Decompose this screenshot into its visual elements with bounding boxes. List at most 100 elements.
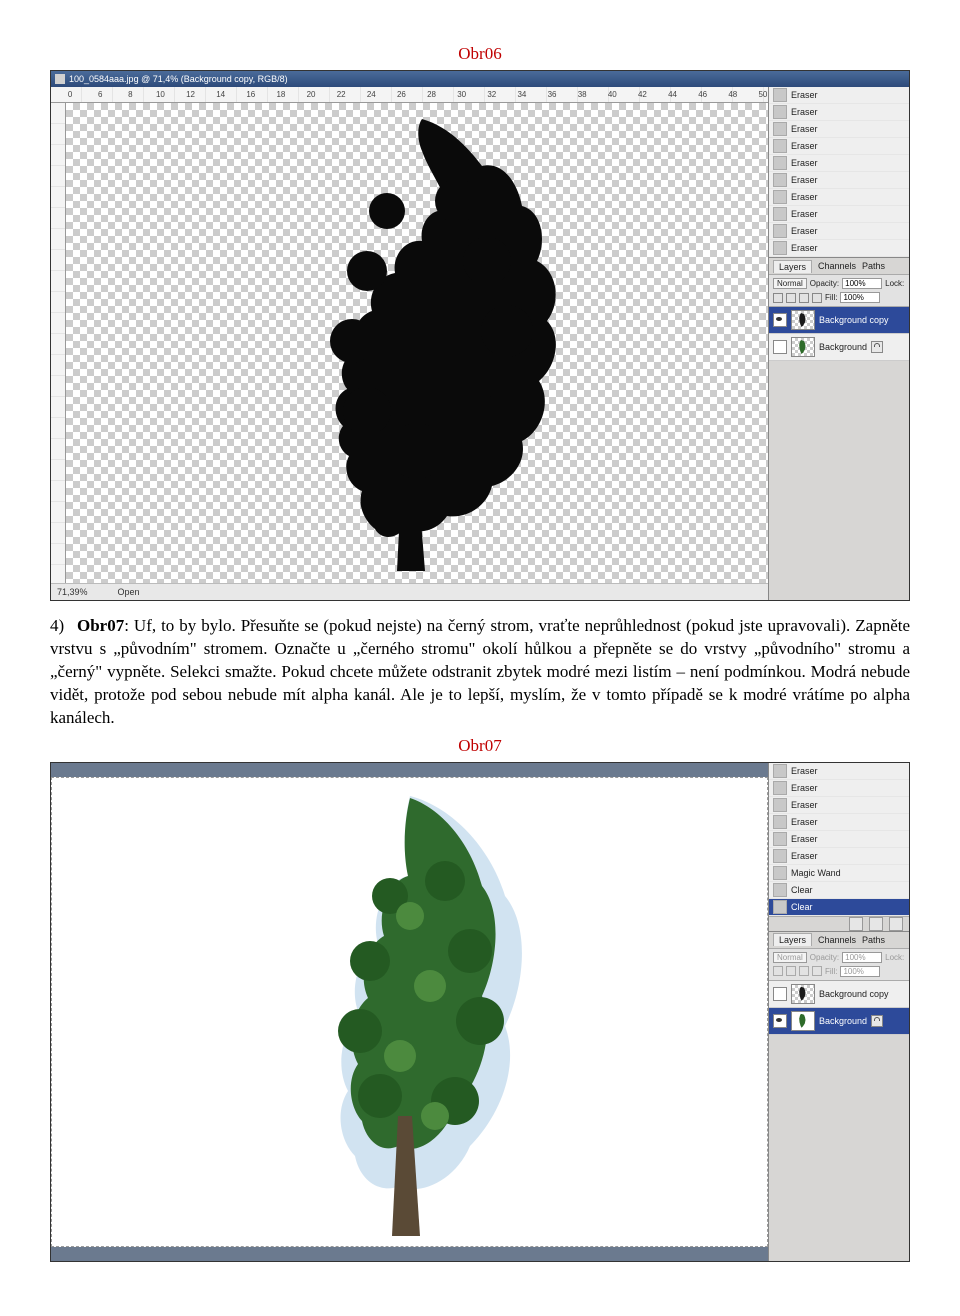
history-item[interactable]: Eraser xyxy=(769,240,909,257)
layer-row[interactable]: Background xyxy=(769,334,909,361)
eraser-icon xyxy=(773,105,787,119)
layer-row[interactable]: Background copy xyxy=(769,981,909,1008)
figure-label-06: Obr06 xyxy=(50,44,910,64)
transparency-checker xyxy=(66,103,768,583)
history-item[interactable]: Eraser xyxy=(769,223,909,240)
visibility-icon[interactable] xyxy=(773,1014,787,1028)
history-item[interactable]: Eraser xyxy=(769,87,909,104)
layers-list: Background copy Background xyxy=(769,307,909,361)
fill-input[interactable] xyxy=(840,966,880,977)
tab-layers[interactable]: Layers xyxy=(773,933,812,946)
tab-layers[interactable]: Layers xyxy=(773,260,812,273)
panels: Eraser Eraser Eraser Eraser Eraser Erase… xyxy=(768,763,909,1261)
visibility-toggle[interactable] xyxy=(773,987,787,1001)
layer-thumbnail xyxy=(791,1011,815,1031)
tab-paths[interactable]: Paths xyxy=(862,261,885,271)
history-item[interactable]: Eraser xyxy=(769,172,909,189)
lock-paint-icon[interactable] xyxy=(786,966,796,976)
layer-thumbnail xyxy=(791,337,815,357)
status-tool: Open xyxy=(118,587,140,597)
layer-thumbnail xyxy=(791,984,815,1004)
lock-label: Lock: xyxy=(885,279,904,288)
layer-row-selected[interactable]: Background xyxy=(769,1008,909,1035)
history-item[interactable]: Eraser xyxy=(769,206,909,223)
fill-input[interactable] xyxy=(840,292,880,303)
history-footer xyxy=(769,916,909,931)
tab-paths[interactable]: Paths xyxy=(862,935,885,945)
eraser-icon xyxy=(773,139,787,153)
layers-list: Background copy Background xyxy=(769,981,909,1035)
new-snapshot-button[interactable] xyxy=(849,917,863,931)
blend-mode-select[interactable]: Normal xyxy=(773,952,807,963)
history-item-selected[interactable]: Clear xyxy=(769,899,909,916)
canvas-wrap xyxy=(51,763,768,1261)
eraser-icon xyxy=(773,88,787,102)
history-panel[interactable]: Eraser Eraser Eraser Eraser Eraser Erase… xyxy=(769,87,909,258)
canvas[interactable] xyxy=(51,763,768,1261)
tree-green xyxy=(270,786,550,1236)
history-item[interactable]: Eraser xyxy=(769,104,909,121)
ruler-vertical xyxy=(51,103,66,583)
layer-name: Background xyxy=(819,342,867,352)
eraser-icon xyxy=(773,241,787,255)
lock-all-icon[interactable] xyxy=(812,293,822,303)
history-item[interactable]: Eraser xyxy=(769,831,909,848)
layer-name: Background copy xyxy=(819,989,889,999)
history-item[interactable]: Eraser xyxy=(769,121,909,138)
lock-transparency-icon[interactable] xyxy=(773,293,783,303)
history-item[interactable]: Clear xyxy=(769,882,909,899)
history-item[interactable]: Eraser xyxy=(769,189,909,206)
lock-transparency-icon[interactable] xyxy=(773,966,783,976)
visibility-toggle[interactable] xyxy=(773,340,787,354)
tab-channels[interactable]: Channels xyxy=(818,261,856,271)
opacity-input[interactable] xyxy=(842,278,882,289)
history-item[interactable]: Eraser xyxy=(769,763,909,780)
lock-move-icon[interactable] xyxy=(799,966,809,976)
blend-mode-select[interactable]: Normal xyxy=(773,278,807,289)
status-bar: 71,39% Open xyxy=(51,583,768,600)
document-area: Eraser Eraser Eraser Eraser Eraser Erase… xyxy=(51,763,909,1261)
opacity-label: Opacity: xyxy=(810,279,839,288)
visibility-icon[interactable] xyxy=(773,313,787,327)
instruction-paragraph: 4) Obr07: Uf, to by bylo. Přesuňte se (p… xyxy=(50,615,910,730)
history-item[interactable]: Eraser xyxy=(769,797,909,814)
eraser-icon xyxy=(773,832,787,846)
layer-row-selected[interactable]: Background copy xyxy=(769,307,909,334)
fill-label: Fill: xyxy=(825,293,837,302)
history-item[interactable]: Eraser xyxy=(769,814,909,831)
trash-icon[interactable] xyxy=(889,917,903,931)
paragraph-lead: Obr07 xyxy=(77,616,124,635)
eraser-icon xyxy=(773,173,787,187)
layer-name: Background xyxy=(819,1016,867,1026)
lock-move-icon[interactable] xyxy=(799,293,809,303)
history-item[interactable]: Eraser xyxy=(769,138,909,155)
canvas[interactable] xyxy=(66,103,768,583)
history-item[interactable]: Eraser xyxy=(769,848,909,865)
history-item[interactable]: Eraser xyxy=(769,155,909,172)
lock-paint-icon[interactable] xyxy=(786,293,796,303)
lock-label: Lock: xyxy=(885,953,904,962)
eraser-icon xyxy=(773,849,787,863)
figure-label-07: Obr07 xyxy=(50,736,910,756)
screenshot-obr07: Eraser Eraser Eraser Eraser Eraser Erase… xyxy=(50,762,910,1262)
delete-state-button[interactable] xyxy=(869,917,883,931)
eraser-icon xyxy=(773,798,787,812)
history-panel[interactable]: Eraser Eraser Eraser Eraser Eraser Erase… xyxy=(769,763,909,932)
lock-icon xyxy=(871,341,883,353)
window-titlebar: 100_0584aaa.jpg @ 71,4% (Background copy… xyxy=(51,71,909,87)
panels: Eraser Eraser Eraser Eraser Eraser Erase… xyxy=(768,87,909,600)
opacity-input[interactable] xyxy=(842,952,882,963)
lock-all-icon[interactable] xyxy=(812,966,822,976)
eraser-icon xyxy=(773,781,787,795)
white-canvas xyxy=(51,777,768,1247)
status-zoom: 71,39% xyxy=(57,587,88,597)
clear-icon xyxy=(773,900,787,914)
history-item[interactable]: Magic Wand xyxy=(769,865,909,882)
tab-channels[interactable]: Channels xyxy=(818,935,856,945)
lock-icon xyxy=(871,1015,883,1027)
eraser-icon xyxy=(773,207,787,221)
eraser-icon xyxy=(773,122,787,136)
eraser-icon xyxy=(773,815,787,829)
clear-icon xyxy=(773,883,787,897)
history-item[interactable]: Eraser xyxy=(769,780,909,797)
